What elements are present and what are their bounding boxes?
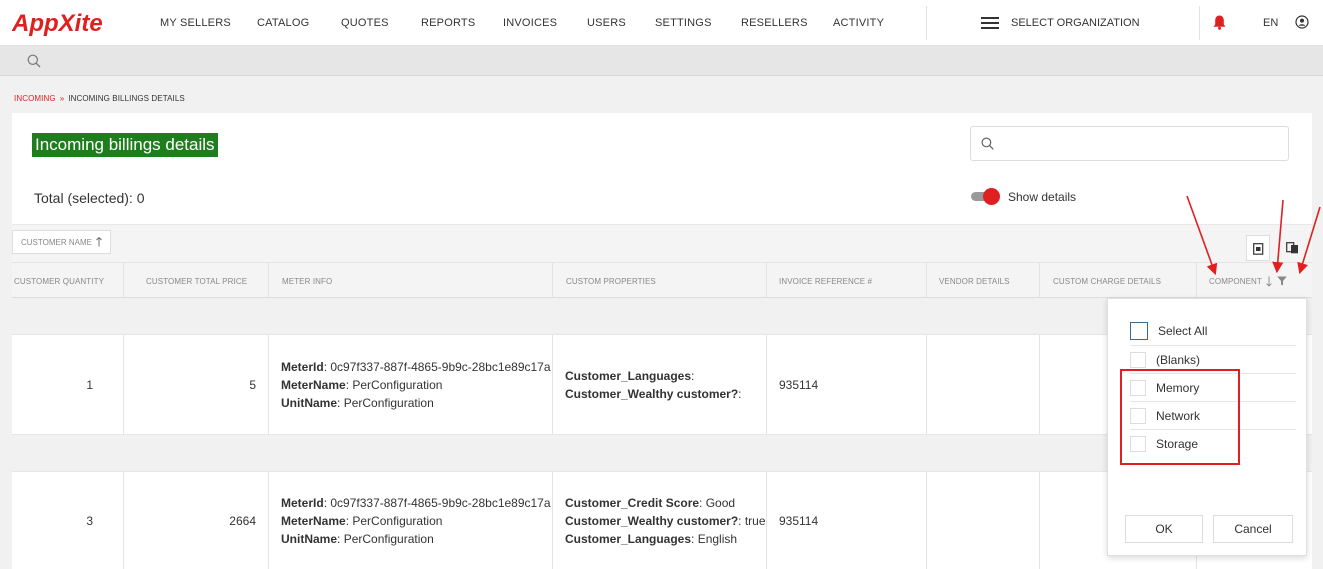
annotation-arrow [1186, 195, 1218, 276]
annotation-arrow [1272, 199, 1284, 274]
annotation-arrows [1186, 195, 1321, 276]
annotation-arrow [1297, 206, 1321, 275]
